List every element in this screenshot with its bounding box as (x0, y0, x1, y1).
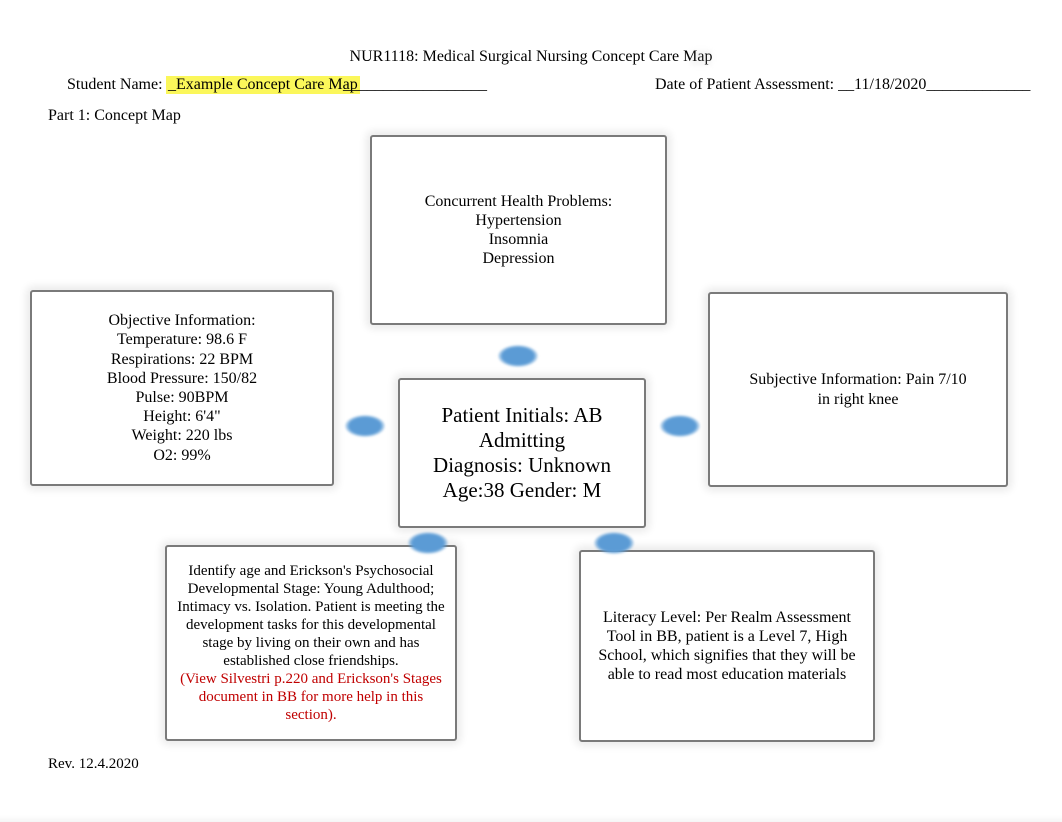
box-line: O2: 99% (153, 446, 210, 465)
erickson-stage-box: Identify age and Erickson's Psychosocial… (165, 545, 457, 741)
box-title: Concurrent Health Problems: (425, 192, 613, 211)
box-line: Insomnia (489, 230, 549, 249)
connector-arrow-icon (345, 415, 385, 437)
box-line: Pulse: 90BPM (136, 388, 229, 407)
connector-arrow-icon (594, 532, 634, 554)
patient-center-box: Patient Initials: AB Admitting Diagnosis… (398, 378, 646, 528)
course-title: NUR1118: Medical Surgical Nursing Concep… (0, 48, 1062, 66)
box-line: Respirations: 22 BPM (111, 350, 253, 369)
box-line: Diagnosis: Unknown (433, 453, 611, 478)
student-name-label: Student Name: (67, 76, 163, 94)
objective-information-box: Objective Information: Temperature: 98.6… (30, 290, 334, 486)
box-line: Patient Initials: AB (442, 403, 603, 428)
box-line: Height: 6'4" (143, 407, 220, 426)
connector-arrow-icon (498, 345, 538, 367)
box-line-red: (View Silvestri p.220 and Erickson's Sta… (177, 670, 445, 724)
box-line: Temperature: 98.6 F (117, 330, 247, 349)
connector-arrow-icon (660, 415, 700, 437)
box-line: Age:38 Gender: M (443, 478, 602, 503)
concurrent-health-problems-box: Concurrent Health Problems: Hypertension… (370, 135, 667, 325)
subjective-information-box: Subjective Information: Pain 7/10 in rig… (708, 292, 1008, 487)
box-line: Weight: 220 lbs (132, 426, 233, 445)
box-line: in right knee (818, 390, 899, 409)
connector-arrow-icon (408, 532, 448, 554)
decorative-bottom-shadow (0, 815, 1062, 822)
box-line: Depression (483, 249, 555, 268)
date-value: 11/18/2020 (854, 76, 926, 93)
student-name-blank-line: __________________ (343, 76, 487, 94)
date-label: Date of Patient Assessment: __ (655, 76, 854, 93)
box-line: Identify age and Erickson's Psychosocial… (177, 562, 445, 670)
student-name-value: _Example Concept Care Map (166, 76, 360, 94)
box-line: Hypertension (475, 211, 561, 230)
box-line: Subjective Information: Pain 7/10 (749, 370, 966, 389)
box-title: Objective Information: (108, 311, 255, 330)
box-line: Literacy Level: Per Realm Assessment Too… (591, 608, 863, 685)
revision-date: Rev. 12.4.2020 (48, 756, 139, 773)
decorative-blur (690, 50, 712, 66)
part-1-heading: Part 1: Concept Map (48, 107, 181, 125)
box-line: Blood Pressure: 150/82 (107, 369, 257, 388)
literacy-level-box: Literacy Level: Per Realm Assessment Too… (579, 550, 875, 742)
box-line: Admitting (479, 428, 565, 453)
date-blank-line: _____________ (926, 76, 1030, 93)
assessment-date: Date of Patient Assessment: __11/18/2020… (655, 76, 1030, 94)
